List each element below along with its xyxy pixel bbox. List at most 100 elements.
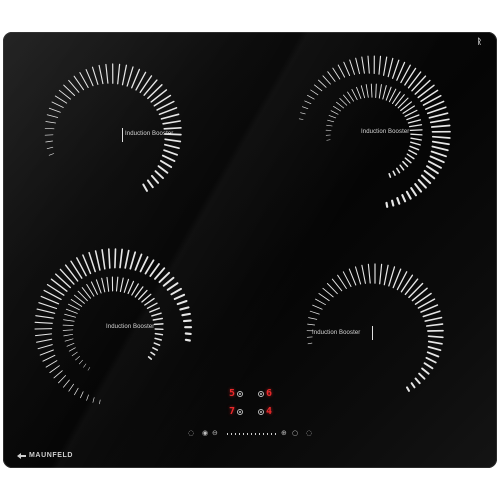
zone-tick-mark <box>114 248 117 269</box>
zone-tick-mark <box>427 340 443 345</box>
zone-tick-mark <box>68 79 80 93</box>
display-top-right-zone: 6 <box>266 388 273 399</box>
zone-tick-mark <box>65 308 78 314</box>
zone-top-right-label: Induction Booster <box>361 129 410 135</box>
zone-tick-mark <box>423 362 434 370</box>
zone-select-top-right[interactable] <box>258 391 264 397</box>
zone-tick-mark <box>83 363 87 368</box>
zone-tick-mark <box>378 55 382 75</box>
zone-tick-mark <box>379 263 383 285</box>
zone-tick-mark <box>46 114 59 118</box>
zone-tick-mark <box>367 55 370 74</box>
lock-icon[interactable]: ◉ <box>202 429 208 437</box>
zone-tick-mark <box>80 391 84 399</box>
zone-tick-mark <box>405 190 412 200</box>
zone-tick-mark <box>402 160 409 168</box>
zone-tick-mark <box>42 354 56 362</box>
brand-logo: MAUNFELD <box>17 452 73 459</box>
zone-tick-mark <box>431 145 449 152</box>
zone-tick-mark <box>407 71 422 89</box>
zone-tick-mark <box>149 263 160 277</box>
zone-tick-mark <box>337 64 346 78</box>
zone-tick-mark <box>327 119 335 123</box>
zone-tick-mark <box>333 105 342 112</box>
zone-tick-mark <box>423 169 436 180</box>
zone-select-bottom-right[interactable] <box>258 409 264 415</box>
zone-tick-mark <box>70 299 83 307</box>
zone-tick-mark <box>326 124 333 127</box>
zone-tick-mark <box>45 140 53 143</box>
zone-tick-mark <box>328 115 337 119</box>
zone-tick-mark <box>396 197 401 205</box>
zone-tick-mark <box>150 174 160 184</box>
induction-hob-glass: Induction Booster Induction Booster Indu… <box>3 32 497 468</box>
zone-tick-mark <box>409 129 423 132</box>
zone-tick-mark <box>408 149 418 156</box>
zone-tick-mark <box>58 375 66 384</box>
zone-tick-mark <box>349 59 355 75</box>
zone-tick-mark <box>343 94 351 104</box>
zone-tick-mark <box>184 338 191 342</box>
zone-tick-mark <box>161 154 176 163</box>
zone-tick-mark <box>162 276 175 287</box>
zone-tick-mark <box>391 59 400 79</box>
zone-tick-mark <box>314 84 323 92</box>
zone-tick-mark <box>396 167 401 174</box>
plus-icon[interactable]: ⊕ <box>281 429 287 437</box>
zone-tick-mark <box>173 293 186 300</box>
zone-tick-mark <box>166 282 179 291</box>
zone-tick-mark <box>98 64 104 85</box>
zone-tick-mark <box>79 359 83 365</box>
zone-tick-mark <box>322 75 331 85</box>
zone-tick-mark <box>35 315 54 319</box>
zone-tick-mark <box>385 86 392 101</box>
zone-tick-mark <box>68 347 76 352</box>
zone-tick-mark <box>422 310 441 318</box>
zone-tick-mark <box>421 367 430 375</box>
zone-tick-mark <box>142 183 148 192</box>
zone-tick-mark <box>147 356 153 360</box>
zone-tick-mark <box>388 173 392 178</box>
power-slider[interactable] <box>227 433 277 435</box>
zone-select-bottom-left[interactable] <box>237 409 243 415</box>
zone-tick-mark <box>406 386 410 392</box>
zone-tick-mark <box>414 79 431 95</box>
zone-tick-mark <box>307 94 315 100</box>
zone-tick-mark <box>158 271 171 284</box>
minus-icon[interactable]: ⊖ <box>212 429 218 437</box>
zone-tick-mark <box>106 276 110 292</box>
zone-tick-mark <box>331 278 343 292</box>
zone-tick-mark <box>431 140 450 146</box>
zone-tick-mark <box>309 310 320 315</box>
zone-tick-mark <box>410 187 418 197</box>
zone-tick-mark <box>342 271 352 287</box>
zone-tick-mark <box>91 66 99 85</box>
zone-tick-mark <box>64 264 79 282</box>
zone-bottom-right-label: Induction Booster <box>312 330 361 336</box>
zone-bottom-right-markings <box>306 263 444 392</box>
zone-tick-mark <box>181 312 191 317</box>
zone-tick-mark <box>157 165 169 174</box>
zone-tick-mark <box>54 95 68 104</box>
zone-tick-mark <box>361 264 366 284</box>
zone-tick-mark <box>326 139 331 141</box>
zone-tick-mark <box>383 56 388 76</box>
zone-tick-mark <box>399 164 405 171</box>
zone-tick-mark <box>163 149 178 156</box>
zone-tick-mark <box>332 67 341 80</box>
zone-tick-mark <box>343 61 351 76</box>
zone-tick-mark <box>63 333 74 337</box>
zone-tick-mark <box>411 287 428 302</box>
zone-tick-mark <box>158 107 178 116</box>
power-icon[interactable]: ◌ <box>188 429 194 437</box>
zone-tick-mark <box>121 64 128 86</box>
zone-tick-mark <box>58 89 71 100</box>
zone-tick-mark <box>144 297 155 306</box>
boost-icon[interactable]: ○ <box>292 429 298 437</box>
zone-tick-mark <box>99 399 101 405</box>
zone-tick-mark <box>330 110 339 115</box>
timer-icon[interactable]: ◌ <box>306 429 312 437</box>
zone-select-top-left[interactable] <box>237 391 243 397</box>
zone-tick-mark <box>406 153 415 160</box>
zone-tick-mark <box>44 127 55 130</box>
